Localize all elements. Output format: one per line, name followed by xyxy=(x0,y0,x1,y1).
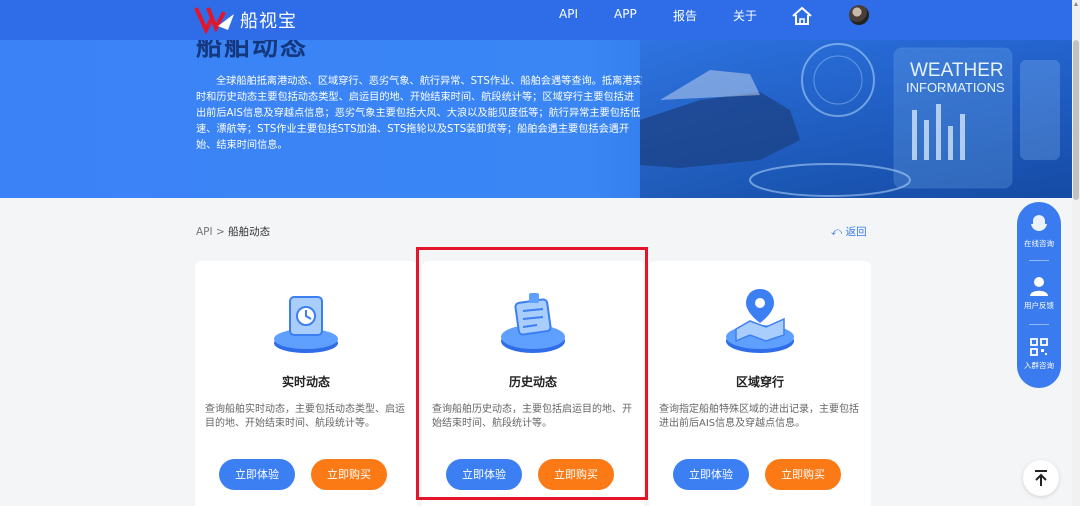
vertical-scrollbar[interactable] xyxy=(1072,0,1080,506)
history-status-icon xyxy=(501,293,565,353)
card-title: 历史动态 xyxy=(508,375,557,389)
card-description: 查询指定船舶特殊区域的进出记录，主要包括进出前后AIS信息及穿越点信息。 xyxy=(659,404,859,429)
informations-art-text: INFORMATIONS xyxy=(906,80,1005,95)
arrow-up-icon xyxy=(1035,470,1047,486)
try-now-button[interactable]: 立即体验 xyxy=(673,459,749,490)
online-consult-button[interactable]: 在线咨询 xyxy=(1017,212,1061,249)
back-link[interactable]: ⤺ 返回 xyxy=(831,224,867,239)
try-now-button[interactable]: 立即体验 xyxy=(219,459,295,490)
join-group-button[interactable]: 入群咨询 xyxy=(1017,336,1061,371)
user-feedback-icon xyxy=(1030,277,1048,296)
realtime-status-icon xyxy=(274,296,338,353)
breadcrumb-separator: > xyxy=(215,226,225,238)
user-avatar[interactable] xyxy=(849,5,869,25)
api-card-region-crossing: 区域穿行 查询指定船舶特殊区域的进出记录，主要包括进出前后AIS信息及穿越点信息… xyxy=(649,261,871,506)
back-to-top-button[interactable] xyxy=(1023,460,1059,496)
weather-art-text: WEATHER xyxy=(910,60,1004,81)
hero-title: 船舶动态 xyxy=(196,40,309,62)
back-arrow-icon: ⤺ xyxy=(831,226,843,238)
region-crossing-icon xyxy=(726,289,794,353)
buy-now-button[interactable]: 立即购买 xyxy=(765,459,841,490)
hero-banner: 船舶动态 全球船舶抵离港动态、区域穿行、恶劣气象、航行异常、STS作业、船舶会遇… xyxy=(0,40,1072,198)
breadcrumb-current: 船舶动态 xyxy=(228,226,271,238)
card-title: 区域穿行 xyxy=(735,375,784,389)
card-description: 查询船舶实时动态，主要包括动态类型、启运目的地、开始结束时间、航段统计等。 xyxy=(205,404,405,429)
ship-weather-illustration: WEATHER INFORMATIONS xyxy=(640,40,1072,198)
panel-divider xyxy=(1029,260,1049,261)
try-now-button[interactable]: 立即体验 xyxy=(446,459,522,490)
top-navbar: 船视宝 API APP 报告 关于 xyxy=(0,0,1072,40)
hero-description: 全球船舶抵离港动态、区域穿行、恶劣气象、航行异常、STS作业、船舶会遇等查询。抵… xyxy=(196,76,643,151)
panel-divider xyxy=(1029,324,1049,325)
nav-item-report[interactable]: 报告 xyxy=(673,7,697,24)
brand-logo[interactable]: 船视宝 xyxy=(194,2,297,38)
back-label: 返回 xyxy=(845,226,867,238)
breadcrumb: API > 船舶动态 xyxy=(196,224,270,239)
feedback-label: 用户反馈 xyxy=(1024,301,1054,310)
card-title: 实时动态 xyxy=(281,375,330,389)
online-consult-label: 在线咨询 xyxy=(1024,239,1054,248)
buy-now-button[interactable]: 立即购买 xyxy=(311,459,387,490)
logo-mark-icon xyxy=(194,7,234,35)
scrollbar-thumb[interactable] xyxy=(1073,40,1079,200)
breadcrumb-api[interactable]: API xyxy=(196,226,213,238)
card-description: 查询船舶历史动态，主要包括启运目的地、开始结束时间、航段统计等。 xyxy=(432,404,632,429)
scroll-up-arrow-icon[interactable] xyxy=(1074,2,1078,6)
nav-item-about[interactable]: 关于 xyxy=(733,7,757,24)
nav-item-app[interactable]: APP xyxy=(614,7,637,21)
nav-item-api[interactable]: API xyxy=(559,7,578,21)
qr-code-icon xyxy=(1030,338,1048,356)
feedback-button[interactable]: 用户反馈 xyxy=(1017,274,1061,311)
floating-service-panel: 在线咨询 用户反馈 入群咨询 xyxy=(1017,202,1061,388)
buy-now-button[interactable]: 立即购买 xyxy=(538,459,614,490)
join-group-label: 入群咨询 xyxy=(1024,361,1054,370)
api-card-history: 历史动态 查询船舶历史动态，主要包括启运目的地、开始结束时间、航段统计等。 立即… xyxy=(422,261,644,506)
api-card-realtime: 实时动态 查询船舶实时动态，主要包括动态类型、启运目的地、开始结束时间、航段统计… xyxy=(195,261,417,506)
headset-icon xyxy=(1031,213,1047,231)
home-icon[interactable] xyxy=(790,5,814,27)
brand-name: 船视宝 xyxy=(240,11,297,32)
